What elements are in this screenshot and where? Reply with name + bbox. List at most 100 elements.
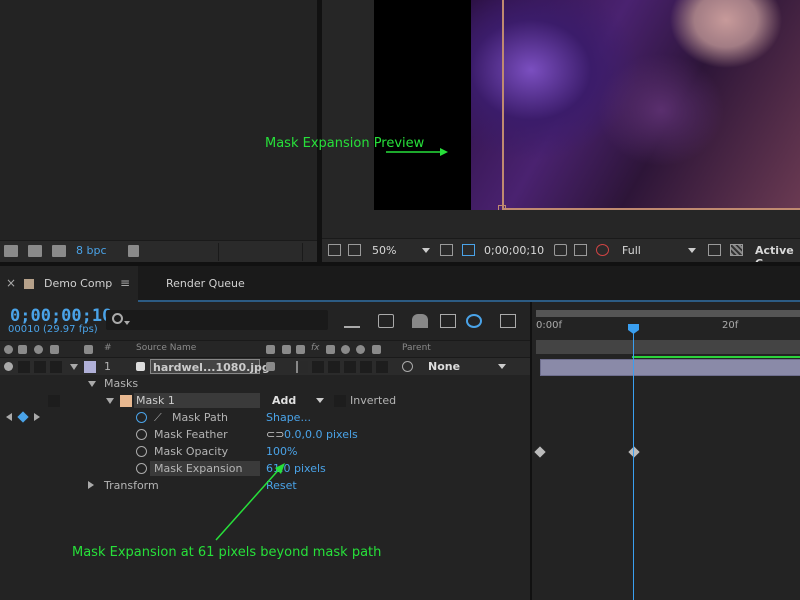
mask-expansion-outline[interactable] <box>502 0 800 210</box>
effects-toggle[interactable] <box>312 361 324 373</box>
number-header: # <box>104 343 112 353</box>
work-area-bar[interactable] <box>536 310 800 317</box>
new-folder-icon[interactable] <box>28 245 42 257</box>
time-ruler[interactable]: 0:00f 20f <box>536 320 800 336</box>
stopwatch-icon[interactable] <box>136 429 147 440</box>
current-time-display[interactable]: 0;00;00;10 <box>10 306 112 326</box>
draft-3d-icon[interactable] <box>378 314 394 328</box>
monitor-icon[interactable] <box>348 244 361 256</box>
constrain-link-icon[interactable]: ⊂⊃ <box>266 428 284 441</box>
solo-toggle[interactable] <box>34 361 46 373</box>
chevron-down-icon[interactable] <box>124 321 130 325</box>
timeline-graph[interactable]: 0:00f 20f <box>530 302 800 600</box>
previous-keyframe-icon[interactable] <box>6 413 12 421</box>
motion-blur-toggle[interactable] <box>344 361 356 373</box>
inverted-checkbox[interactable] <box>334 395 346 407</box>
parent-header[interactable]: Parent <box>402 343 431 353</box>
layer-column-headers: # Source Name fx Parent <box>0 340 530 358</box>
mask-expand-icon[interactable] <box>106 398 114 404</box>
trash-icon[interactable] <box>128 245 139 257</box>
mask-feather-row[interactable]: Mask Feather ⊂⊃ 0.0,0.0 pixels <box>0 426 530 443</box>
mask-vertex-handle[interactable] <box>498 205 506 210</box>
transparency-grid-icon[interactable] <box>730 244 743 256</box>
masks-group-row[interactable]: Masks <box>0 375 530 392</box>
keyframe-marker[interactable] <box>534 446 546 458</box>
adjustment-toggle[interactable] <box>360 361 372 373</box>
current-time-indicator[interactable] <box>633 326 634 600</box>
show-snapshot-icon[interactable] <box>574 244 587 256</box>
source-name-header[interactable]: Source Name <box>136 343 196 353</box>
color-channels-icon[interactable] <box>596 244 609 256</box>
zoom-dropdown[interactable]: 50% <box>372 244 396 257</box>
mask-opacity-value[interactable]: 100% <box>266 445 297 458</box>
mask-expansion-row[interactable]: Mask Expansion 61.0 pixels <box>0 460 530 477</box>
effects-header: fx <box>311 343 320 353</box>
interpret-footage-icon[interactable] <box>4 245 18 257</box>
mask-color-swatch[interactable] <box>120 395 132 407</box>
property-name: Mask Path <box>172 411 228 424</box>
visibility-eye-icon[interactable] <box>4 362 13 371</box>
layer-expand-icon[interactable] <box>70 364 78 370</box>
mask-mode-caret-icon[interactable] <box>316 398 324 403</box>
layer-number: 1 <box>104 360 111 373</box>
transform-group-row[interactable]: Transform Reset <box>0 477 530 494</box>
mask-mode-dropdown[interactable]: Add <box>272 394 296 407</box>
frame-blending-icon[interactable] <box>440 314 456 328</box>
pick-whip-icon[interactable] <box>402 361 413 372</box>
quality-toggle[interactable] <box>296 361 308 373</box>
tab-demo-comp[interactable]: × Demo Comp ≡ <box>0 266 138 302</box>
layer-duration-bar[interactable] <box>540 359 800 376</box>
mask-row[interactable]: Mask 1 Add Inverted <box>0 392 530 409</box>
mask-path-row[interactable]: ⟋ Mask Path Shape... <box>0 409 530 426</box>
graph-editor-icon[interactable] <box>500 314 516 328</box>
layer-search-input[interactable] <box>106 310 328 330</box>
always-preview-icon[interactable] <box>328 244 341 256</box>
layer-row[interactable]: 1 hardwel...1080.jpg None <box>0 358 530 375</box>
bit-depth-button[interactable]: 8 bpc <box>76 244 107 257</box>
mask-name-field[interactable]: Mask 1 <box>134 393 260 408</box>
snapshot-camera-icon[interactable] <box>554 244 567 256</box>
layer-label-color[interactable] <box>84 361 96 373</box>
masks-expand-icon[interactable] <box>88 381 96 387</box>
frame-blend-icon <box>326 345 335 354</box>
keyframe-diamond-icon[interactable] <box>17 411 29 423</box>
shy-layers-icon[interactable] <box>412 314 428 328</box>
property-highlight: Mask Expansion <box>150 461 260 476</box>
parent-dropdown[interactable]: None <box>428 360 460 373</box>
tab-render-queue[interactable]: Render Queue <box>140 266 270 302</box>
mask-path-value[interactable]: Shape... <box>266 411 311 424</box>
parent-caret-icon[interactable] <box>498 364 506 369</box>
next-keyframe-icon[interactable] <box>34 413 40 421</box>
mask-opacity-row[interactable]: Mask Opacity 100% <box>0 443 530 460</box>
mask-feather-value[interactable]: 0.0,0.0 pixels <box>284 428 358 441</box>
lock-toggle[interactable] <box>50 361 62 373</box>
viewer-canvas[interactable] <box>374 0 800 210</box>
new-composition-icon[interactable] <box>52 245 66 257</box>
fit-icon[interactable] <box>440 244 453 256</box>
tab-menu-icon[interactable]: ≡ <box>120 276 130 290</box>
zoom-caret-icon[interactable] <box>422 248 430 253</box>
close-icon[interactable]: × <box>6 276 16 290</box>
shy-toggle-icon[interactable] <box>266 362 275 371</box>
label-icon <box>84 345 93 354</box>
audio-toggle[interactable] <box>18 361 30 373</box>
layer-name-field[interactable]: hardwel...1080.jpg <box>150 359 270 374</box>
motion-blur-icon[interactable] <box>466 314 482 328</box>
transform-expand-icon[interactable] <box>88 481 94 489</box>
mask-visibility-icon[interactable] <box>462 244 475 256</box>
resolution-caret-icon[interactable] <box>688 248 696 253</box>
ruler-mark-label: 20f <box>722 320 739 331</box>
mask-expansion-value[interactable]: 61.0 pixels <box>266 462 326 475</box>
region-of-interest-icon[interactable] <box>708 244 721 256</box>
transform-reset-link[interactable]: Reset <box>266 479 297 492</box>
viewer-timecode[interactable]: 0;00;00;10 <box>484 244 544 257</box>
mask-visibility-toggle[interactable] <box>48 395 60 407</box>
stopwatch-icon[interactable] <box>136 446 147 457</box>
keyframe-marker[interactable] <box>628 446 640 458</box>
resolution-dropdown[interactable]: Full <box>622 244 641 257</box>
3d-toggle[interactable] <box>376 361 388 373</box>
stopwatch-icon[interactable] <box>136 412 147 423</box>
frame-blend-toggle[interactable] <box>328 361 340 373</box>
composition-flowchart-icon[interactable] <box>344 314 360 328</box>
stopwatch-icon[interactable] <box>136 463 147 474</box>
